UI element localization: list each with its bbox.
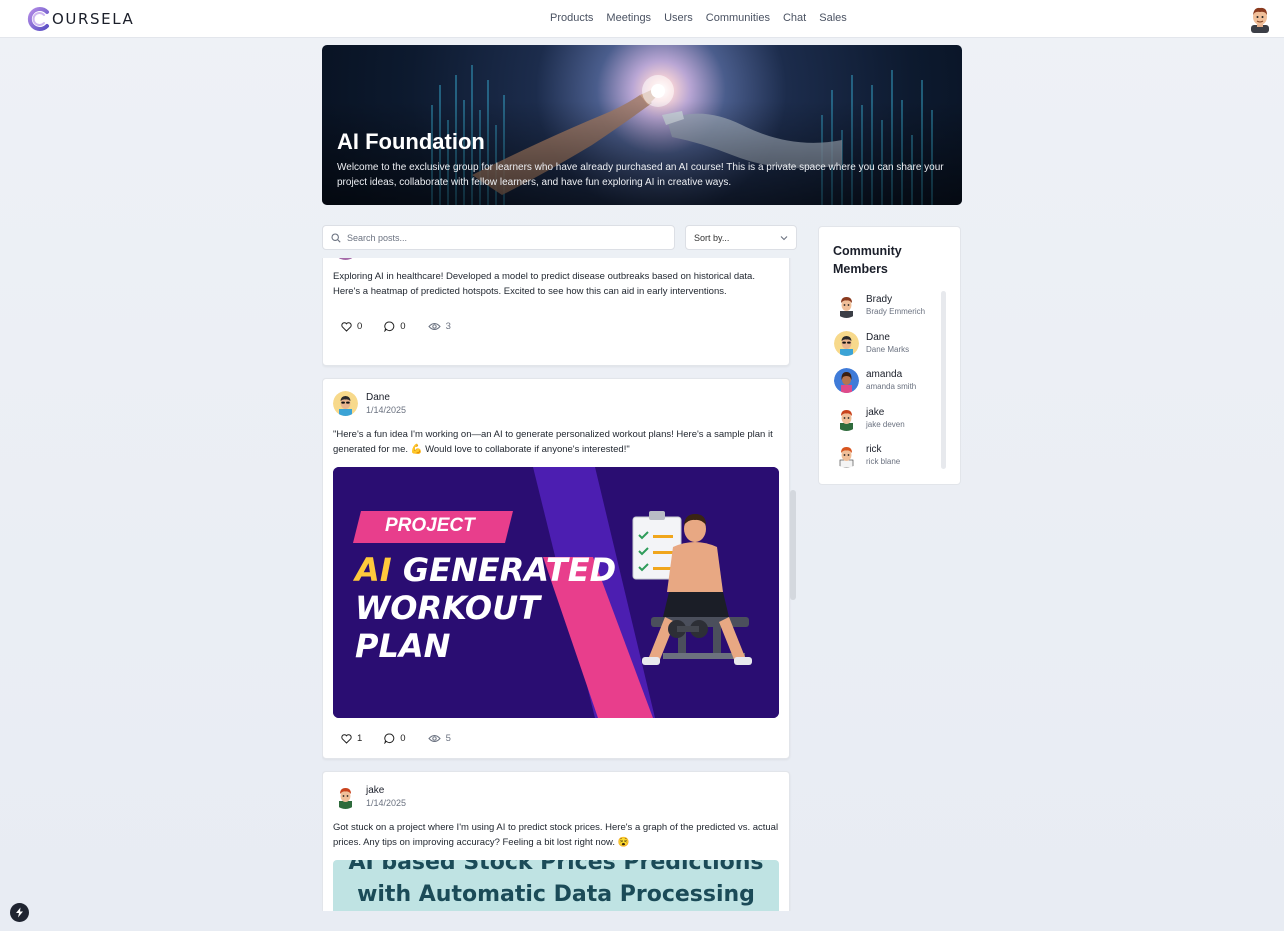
bolt-icon — [16, 907, 23, 918]
logo[interactable]: OURSELA — [26, 5, 134, 33]
search-posts-input[interactable] — [347, 232, 647, 243]
post-author-name[interactable]: Dane — [366, 391, 406, 404]
user-avatar[interactable] — [1248, 5, 1272, 33]
post-card: Exploring AI in healthcare! Developed a … — [322, 258, 790, 366]
image-title-line2: with Automatic Data Processing — [357, 882, 755, 907]
community-description: Welcome to the exclusive group for learn… — [337, 162, 944, 188]
search-box[interactable] — [322, 225, 675, 250]
member-full-name: amanda smith — [866, 381, 917, 391]
posts-feed[interactable]: Exploring AI in healthcare! Developed a … — [322, 258, 798, 911]
member-name: Brady — [866, 293, 893, 305]
member-full-name: jake deven — [866, 419, 905, 429]
comment-icon — [384, 321, 395, 332]
view-count: 5 — [445, 733, 451, 744]
image-title-line1: AI based Stock Prices Predictions — [348, 860, 764, 875]
comment-icon — [384, 733, 395, 744]
community-title: AI Foundation — [337, 129, 485, 154]
nav-chat[interactable]: Chat — [783, 12, 806, 24]
members-scrollbar[interactable] — [941, 291, 946, 469]
nav-users[interactable]: Users — [664, 12, 693, 24]
top-navbar: OURSELA Products Meetings Users Communit… — [0, 0, 1284, 38]
community-hero-banner: AI Foundation Welcome to the exclusive g… — [322, 45, 962, 205]
main-nav: Products Meetings Users Communities Chat… — [550, 12, 860, 24]
comment-button[interactable]: 0 — [384, 321, 406, 332]
member-avatar — [839, 446, 854, 468]
like-count: 0 — [357, 321, 363, 332]
nav-meetings[interactable]: Meetings — [606, 12, 651, 24]
member-name: Dane — [866, 331, 890, 343]
like-count: 1 — [357, 733, 363, 744]
member-item[interactable]: Dane Dane Marks — [834, 328, 944, 358]
post-date: 1/14/2025 — [366, 404, 407, 415]
member-item[interactable]: Brady Brady Emmerich — [834, 290, 944, 320]
member-avatar — [840, 296, 853, 318]
member-full-name: Dane Marks — [866, 344, 910, 354]
post-text: Got stuck on a project where I'm using A… — [333, 822, 779, 848]
sort-dropdown[interactable]: Sort by... — [685, 225, 797, 250]
search-icon — [331, 232, 341, 243]
logo-c-icon — [27, 7, 49, 31]
logo-text: OURSELA — [52, 10, 135, 28]
comment-count: 0 — [400, 321, 406, 332]
view-count: 3 — [445, 321, 451, 332]
post-text: "Here's a fun idea I'm working on—an AI … — [333, 429, 773, 455]
view-stat: 3 — [427, 321, 451, 332]
nav-communities[interactable]: Communities — [706, 12, 770, 24]
member-avatar — [834, 367, 859, 393]
post-text: Exploring AI in healthcare! Developed a … — [333, 271, 755, 297]
quick-action-button[interactable] — [10, 903, 29, 922]
image-headline-line3: PLAN — [355, 627, 451, 665]
post-image[interactable]: AI based Stock Prices Predictions with A… — [333, 860, 779, 911]
member-avatar — [834, 330, 859, 356]
chevron-down-icon — [780, 235, 788, 240]
post-image[interactable]: PROJECT AI GENERATED WORKOUT PLAN — [333, 467, 779, 718]
comment-button[interactable]: 0 — [384, 733, 406, 744]
eye-icon — [427, 323, 441, 330]
post-stats: 1 0 5 — [341, 733, 473, 744]
post-card: jake 1/14/2025 Got stuck on a project wh… — [322, 771, 790, 911]
heart-icon — [341, 733, 352, 744]
like-button[interactable]: 0 — [341, 321, 362, 332]
members-title: Community Members — [833, 244, 902, 276]
feed-scrollbar[interactable] — [790, 490, 796, 600]
post-header: jake 1/14/2025 — [333, 783, 406, 809]
post-date: 1/14/2025 — [366, 797, 407, 808]
member-full-name: rick blane — [866, 456, 901, 466]
post-author-name[interactable]: jake — [366, 784, 406, 797]
member-item[interactable]: jake jake deven — [834, 403, 944, 433]
post-stats: 0 0 3 — [341, 321, 473, 332]
post-author-avatar[interactable] — [333, 258, 358, 260]
sort-label: Sort by... — [694, 232, 730, 243]
image-tag-text: PROJECT — [385, 515, 475, 536]
member-avatar — [840, 409, 853, 431]
view-stat: 5 — [427, 733, 451, 744]
post-card: Dane 1/14/2025 "Here's a fun idea I'm wo… — [322, 378, 790, 759]
post-author-avatar[interactable] — [333, 784, 358, 809]
comment-count: 0 — [400, 733, 406, 744]
image-headline-accent: AI — [355, 551, 392, 589]
image-headline: AI GENERATED WORKOUT PLAN — [355, 551, 616, 665]
member-name: rick — [866, 443, 882, 455]
member-full-name: Brady Emmerich — [866, 306, 926, 316]
nav-products[interactable]: Products — [550, 12, 593, 24]
heart-icon — [341, 321, 352, 332]
community-members-panel: Community Members Brady Brady Emmerich D… — [818, 226, 961, 485]
nav-sales[interactable]: Sales — [819, 12, 847, 24]
eye-icon — [427, 735, 441, 742]
member-item[interactable]: amanda amanda smith — [834, 365, 944, 395]
member-name: amanda — [866, 368, 903, 380]
member-name: jake — [866, 406, 885, 418]
post-author-avatar[interactable] — [333, 390, 358, 416]
like-button[interactable]: 1 — [341, 733, 362, 744]
image-headline-line2: WORKOUT — [355, 589, 540, 627]
post-header: Dane 1/14/2025 — [333, 390, 406, 416]
member-item[interactable]: rick rick blane — [834, 440, 944, 470]
image-headline-line1: GENERATED — [402, 551, 617, 589]
